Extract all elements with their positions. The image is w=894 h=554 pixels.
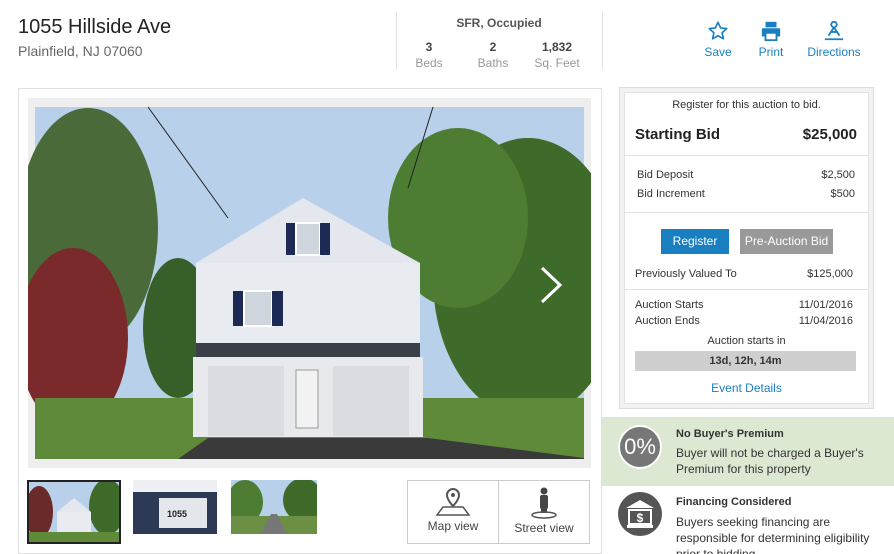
svg-text:$: $ bbox=[637, 511, 644, 525]
previously-valued-value: $125,000 bbox=[807, 268, 853, 280]
stat-value: 1,832 bbox=[541, 40, 573, 54]
print-button[interactable]: Print bbox=[746, 20, 796, 59]
save-label: Save bbox=[704, 45, 732, 59]
auction-ends-value: 11/04/2016 bbox=[798, 315, 853, 327]
stat-label: Beds bbox=[415, 56, 443, 70]
thumbnail-3[interactable] bbox=[231, 480, 317, 544]
bid-increment-value: $500 bbox=[830, 188, 855, 200]
stat-sqft: 1,832 Sq. Feet bbox=[522, 40, 592, 70]
star-icon bbox=[708, 21, 728, 40]
thumbnail-photo bbox=[231, 480, 317, 534]
bid-deposit-value: $2,500 bbox=[821, 169, 855, 181]
stat-beds: 3 Beds bbox=[394, 40, 464, 70]
stat-label: Sq. Feet bbox=[534, 56, 580, 70]
printer-icon bbox=[761, 21, 781, 42]
stat-value: 2 bbox=[489, 40, 497, 54]
thumbnail-photo bbox=[29, 482, 119, 542]
property-address: 1055 Hillside Ave bbox=[18, 16, 172, 38]
stat-value: 3 bbox=[425, 40, 433, 54]
street-view-button[interactable]: Street view bbox=[498, 480, 590, 544]
bank-dollar-icon: $ bbox=[626, 500, 654, 528]
bid-increment-label: Bid Increment bbox=[637, 188, 705, 200]
directions-label: Directions bbox=[807, 45, 861, 59]
pegman-icon bbox=[531, 487, 557, 519]
event-details-link[interactable]: Event Details bbox=[624, 381, 869, 395]
auction-starts-label: Auction Starts bbox=[635, 299, 704, 311]
house-number-text: 1055 bbox=[167, 509, 187, 519]
thumbnail-2[interactable]: 1055 bbox=[133, 480, 217, 544]
auction-ends-label: Auction Ends bbox=[635, 315, 700, 327]
premium-title: No Buyer's Premium bbox=[676, 428, 784, 440]
starting-bid-label: Starting Bid bbox=[635, 126, 720, 143]
divider bbox=[624, 155, 869, 156]
stat-label: Baths bbox=[477, 56, 509, 70]
map-view-label: Map view bbox=[427, 519, 479, 533]
property-type: SFR, Occupied bbox=[456, 16, 542, 30]
divider bbox=[624, 289, 869, 290]
main-property-photo bbox=[18, 98, 623, 468]
previously-valued-label: Previously Valued To bbox=[635, 268, 737, 280]
stat-baths: 2 Baths bbox=[458, 40, 528, 70]
divider bbox=[602, 12, 603, 70]
premium-text: Buyer will not be charged a Buyer's Prem… bbox=[676, 446, 864, 476]
starting-bid-value: $25,000 bbox=[802, 126, 857, 143]
bid-deposit-label: Bid Deposit bbox=[637, 169, 694, 181]
street-view-label: Street view bbox=[514, 521, 574, 535]
main-photo-frame bbox=[18, 98, 623, 468]
pre-auction-bid-button[interactable]: Pre-Auction Bid bbox=[740, 229, 833, 254]
divider bbox=[624, 212, 869, 213]
map-pin-icon bbox=[435, 487, 471, 516]
register-button[interactable]: Register bbox=[661, 229, 729, 254]
directions-button[interactable]: Directions bbox=[802, 20, 866, 59]
thumbnail-photo: 1055 bbox=[133, 480, 217, 534]
financing-text: Buyers seeking financing are responsible… bbox=[676, 515, 870, 554]
directions-icon bbox=[824, 20, 844, 41]
financing-title: Financing Considered bbox=[676, 496, 792, 508]
property-city-state-zip: Plainfield, NJ 07060 bbox=[18, 43, 143, 59]
auction-countdown: 13d, 12h, 14m bbox=[635, 351, 856, 371]
auction-starts-in-label: Auction starts in bbox=[707, 335, 786, 347]
register-prompt: Register for this auction to bid. bbox=[672, 99, 821, 111]
save-button[interactable]: Save bbox=[693, 20, 743, 59]
map-view-button[interactable]: Map view bbox=[407, 480, 499, 544]
print-label: Print bbox=[758, 45, 784, 59]
thumbnail-1[interactable] bbox=[27, 480, 121, 544]
financing-icon: $ bbox=[618, 492, 662, 536]
zero-percent-badge-icon: 0% bbox=[618, 425, 662, 469]
auction-starts-value: 11/01/2016 bbox=[798, 299, 853, 311]
